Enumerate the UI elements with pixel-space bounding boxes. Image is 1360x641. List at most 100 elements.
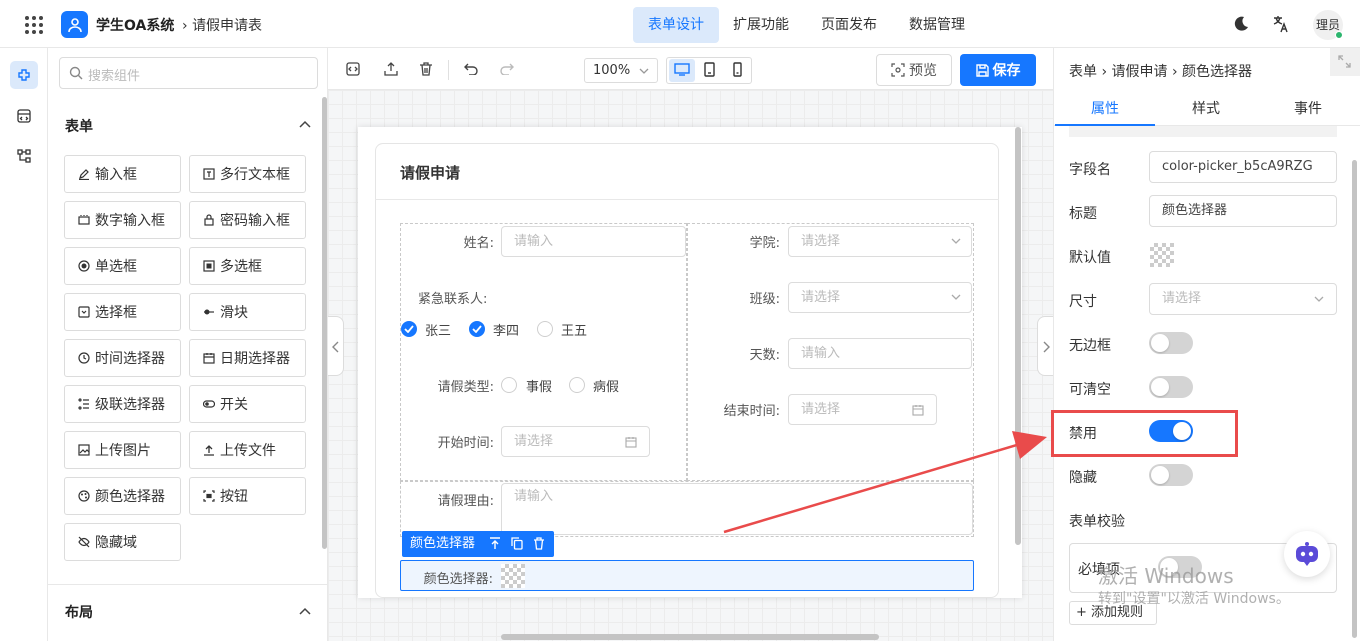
slider-icon — [204, 309, 214, 315]
textarea-icon — [203, 168, 215, 180]
collapse-right-button[interactable] — [1037, 316, 1053, 376]
default-color-swatch[interactable] — [1150, 243, 1174, 267]
name-input[interactable]: 请输入 — [501, 226, 686, 257]
comp-number-input[interactable]: 数字输入框 — [64, 201, 181, 239]
leave-type-radio-2[interactable] — [569, 377, 585, 393]
comp-upload-file[interactable]: 上传文件 — [189, 431, 306, 469]
edit-icon — [79, 169, 89, 180]
borderless-label: 无边框 — [1069, 338, 1111, 354]
tab-events[interactable]: 事件 — [1258, 92, 1358, 126]
tab-data-manage[interactable]: 数据管理 — [899, 7, 975, 43]
chevron-down-icon — [951, 238, 961, 244]
dark-mode-icon[interactable] — [1233, 16, 1249, 32]
chevron-up-icon[interactable] — [299, 120, 311, 128]
export-icon[interactable] — [383, 61, 399, 77]
comp-slider[interactable]: 滑块 — [189, 293, 306, 331]
clearable-toggle[interactable] — [1149, 376, 1193, 398]
contact-checkbox-1[interactable] — [401, 321, 417, 337]
comp-password-input[interactable]: 密码输入框 — [189, 201, 306, 239]
comp-time-picker[interactable]: 时间选择器 — [64, 339, 181, 377]
end-time-picker[interactable]: 请选择 — [788, 394, 937, 425]
desktop-icon[interactable] — [674, 63, 690, 76]
comp-upload-image[interactable]: 上传图片 — [64, 431, 181, 469]
tab-form-design[interactable]: 表单设计 — [633, 7, 719, 43]
comp-radio[interactable]: 单选框 — [64, 247, 181, 285]
leave-type-radio-1[interactable] — [501, 377, 517, 393]
zoom-select[interactable]: 100% — [584, 58, 658, 83]
translate-icon[interactable] — [1272, 15, 1290, 33]
comp-switch[interactable]: 开关 — [189, 385, 306, 423]
disabled-toggle[interactable] — [1149, 420, 1193, 442]
checkbox-icon — [203, 260, 215, 272]
component-search-input[interactable]: 搜索组件 — [59, 57, 318, 89]
assistant-bot-button[interactable] — [1284, 531, 1330, 577]
breadcrumb[interactable]: › 请假申请表 — [182, 15, 262, 35]
canvas-h-scrollbar[interactable] — [501, 634, 879, 640]
copy-icon[interactable] — [511, 537, 523, 550]
tree-rail-icon[interactable] — [10, 142, 38, 170]
color-swatch[interactable] — [501, 564, 525, 588]
comp-textarea[interactable]: 多行文本框 — [189, 155, 306, 193]
contact-checkbox-2[interactable] — [469, 321, 485, 337]
default-value-label: 默认值 — [1069, 250, 1111, 266]
select-icon — [78, 306, 90, 318]
redo-icon[interactable] — [500, 63, 514, 75]
chevron-up-icon[interactable] — [299, 607, 311, 615]
section-divider — [48, 584, 328, 585]
college-select[interactable]: 请选择 — [788, 226, 972, 257]
reason-label: 请假理由: — [437, 494, 494, 509]
comp-color-picker[interactable]: 颜色选择器 — [64, 477, 181, 515]
code-rail-icon[interactable] — [10, 102, 38, 130]
code-view-icon[interactable] — [346, 62, 360, 76]
start-time-picker[interactable]: 请选择 — [501, 426, 650, 457]
field-name-input[interactable]: color-picker_b5cA9RZG — [1149, 151, 1337, 183]
collapse-left-button[interactable] — [328, 316, 344, 376]
section-form-title: 表单 — [65, 119, 93, 135]
palette-scrollbar[interactable] — [322, 97, 327, 549]
search-icon — [69, 66, 83, 80]
tab-extensions[interactable]: 扩展功能 — [723, 7, 799, 43]
comp-date-picker[interactable]: 日期选择器 — [189, 339, 306, 377]
undo-icon[interactable] — [464, 63, 478, 75]
name-label: 姓名: — [463, 236, 494, 251]
chevron-down-icon — [639, 68, 649, 74]
corner-handle[interactable] — [1330, 48, 1360, 76]
trash-icon[interactable] — [419, 61, 433, 77]
preview-button[interactable]: 预览 — [876, 54, 952, 86]
save-button[interactable]: 保存 — [960, 54, 1036, 86]
apps-grid-icon[interactable] — [24, 15, 44, 35]
title-input[interactable]: 颜色选择器 — [1149, 195, 1337, 227]
selected-component-chip: 颜色选择器 — [402, 531, 554, 557]
comp-button[interactable]: 按钮 — [189, 477, 306, 515]
tab-publish[interactable]: 页面发布 — [811, 7, 887, 43]
props-scrollbar[interactable] — [1352, 160, 1357, 638]
borderless-toggle[interactable] — [1149, 332, 1193, 354]
windows-watermark-subtitle: 转到"设置"以激活 Windows。 — [1098, 591, 1290, 607]
comp-input[interactable]: 输入框 — [64, 155, 181, 193]
clearable-label: 可清空 — [1069, 382, 1111, 398]
contact-checkbox-3[interactable] — [537, 321, 553, 337]
comp-select[interactable]: 选择框 — [64, 293, 181, 331]
class-select[interactable]: 请选择 — [788, 282, 972, 313]
days-input[interactable]: 请输入 — [788, 338, 972, 369]
expand-icon — [1338, 55, 1351, 68]
tablet-icon[interactable] — [704, 62, 715, 77]
mobile-icon[interactable] — [733, 62, 742, 77]
search-placeholder: 搜索组件 — [88, 69, 141, 84]
comp-checkbox[interactable]: 多选框 — [189, 247, 306, 285]
comp-cascader[interactable]: 级联选择器 — [64, 385, 181, 423]
size-select[interactable]: 请选择 — [1149, 283, 1337, 315]
app-title: 学生OA系统 — [96, 18, 175, 34]
lock-icon — [204, 214, 214, 226]
comp-hidden-field[interactable]: 隐藏域 — [64, 523, 181, 561]
contact-option-3: 王五 — [561, 324, 588, 339]
hidden-toggle[interactable] — [1149, 464, 1193, 486]
components-rail-icon[interactable] — [10, 61, 38, 89]
move-up-icon[interactable] — [489, 537, 501, 550]
switch-icon — [203, 400, 215, 408]
eye-off-icon — [78, 536, 90, 548]
tab-attributes[interactable]: 属性 — [1055, 92, 1155, 126]
tab-style[interactable]: 样式 — [1156, 92, 1256, 126]
color-picker-label: 颜色选择器: — [423, 572, 493, 587]
delete-icon[interactable] — [533, 537, 545, 550]
